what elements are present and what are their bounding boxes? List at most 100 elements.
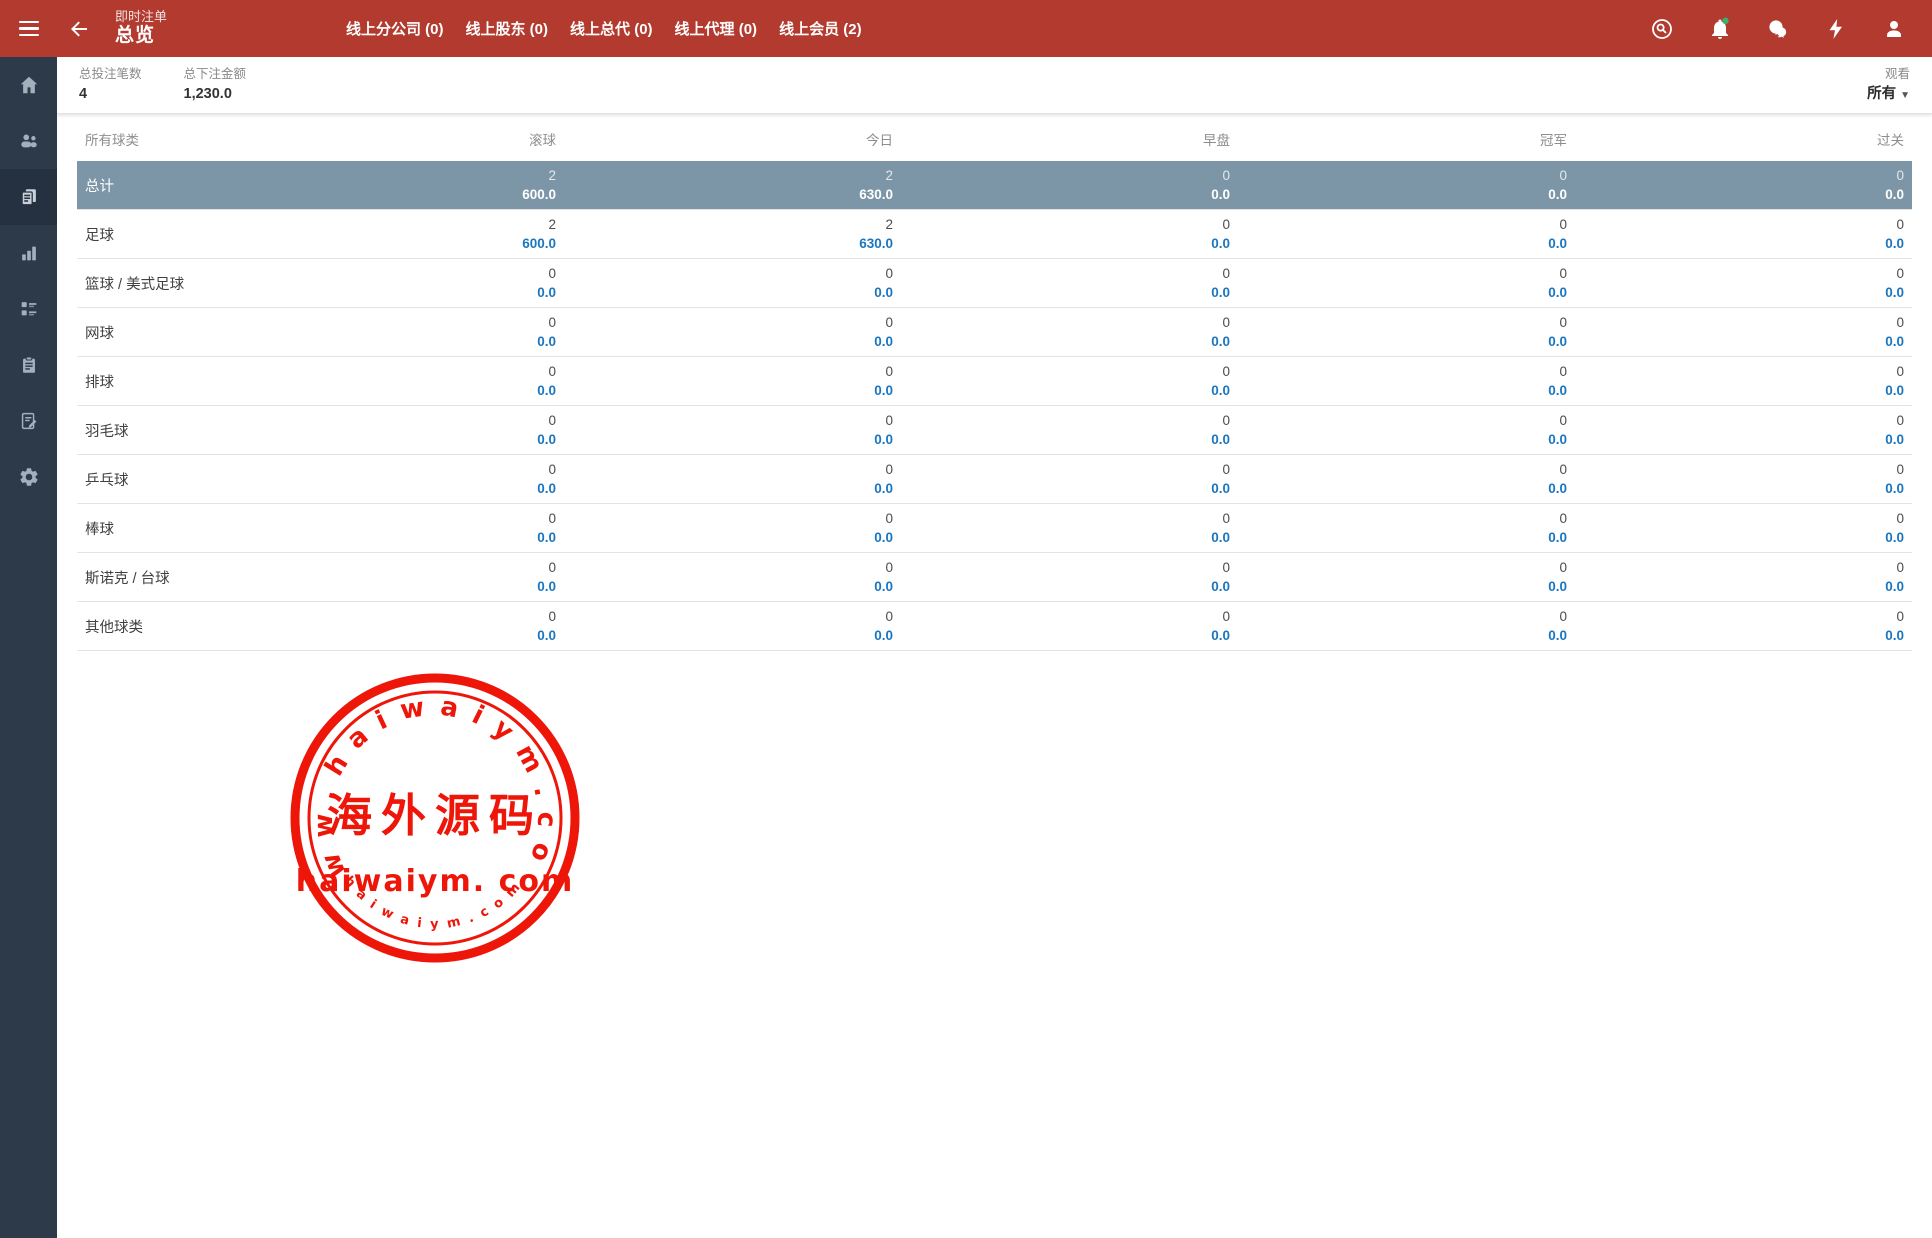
bet-count: 0 — [1583, 558, 1904, 577]
column-header: 冠军 — [1238, 114, 1575, 161]
bet-amount-link[interactable]: 0.0 — [572, 626, 893, 645]
view-filter-label: 观看 — [1867, 67, 1910, 83]
stat-cell: 00.0 — [1575, 210, 1912, 259]
nav-online-member[interactable]: 线上会员 (2) — [779, 18, 862, 39]
bet-amount-link[interactable]: 0.0 — [1583, 577, 1904, 596]
bet-amount-link[interactable]: 0.0 — [909, 626, 1230, 645]
stat-cell: 00.0 — [227, 455, 564, 504]
bet-amount-link[interactable]: 0.0 — [1583, 234, 1904, 253]
bet-amount-link[interactable]: 0.0 — [909, 577, 1230, 596]
bet-amount-link[interactable]: 0.0 — [235, 381, 556, 400]
bet-amount-link[interactable]: 0.0 — [1583, 479, 1904, 498]
bet-amount-link[interactable]: 0.0 — [572, 430, 893, 449]
bet-amount-link[interactable]: 0.0 — [235, 283, 556, 302]
bet-amount-link[interactable]: 0.0 — [572, 381, 893, 400]
bet-amount-link[interactable]: 0.0 — [1583, 528, 1904, 547]
bet-amount-link[interactable]: 0.0 — [235, 577, 556, 596]
stat-cell: 00.0 — [1238, 161, 1575, 210]
bet-amount-link[interactable]: 0.0 — [572, 479, 893, 498]
bet-amount-link[interactable]: 0.0 — [1246, 479, 1567, 498]
table-row: 斯诺克 / 台球00.000.000.000.000.0 — [77, 553, 1912, 602]
watermark-stamp: www.haiwaiym.com 海外源码 haiwaiym. com haiw… — [285, 668, 585, 968]
flash-icon[interactable] — [1824, 17, 1848, 41]
sidebar-item-notes[interactable] — [0, 393, 57, 449]
bet-amount-link[interactable]: 630.0 — [572, 185, 893, 204]
stat-cell: 2600.0 — [227, 161, 564, 210]
stat-cell: 00.0 — [227, 553, 564, 602]
stat-cell: 00.0 — [1238, 602, 1575, 651]
bet-amount-link[interactable]: 0.0 — [1246, 381, 1567, 400]
bet-amount-link[interactable]: 0.0 — [572, 283, 893, 302]
bet-amount-link[interactable]: 0.0 — [1246, 185, 1567, 204]
bet-count: 0 — [909, 509, 1230, 528]
bet-amount-link[interactable]: 0.0 — [1246, 283, 1567, 302]
sidebar-item-members[interactable] — [0, 113, 57, 169]
bet-amount-link[interactable]: 600.0 — [235, 234, 556, 253]
app-header: 即时注单 总览 线上分公司 (0) 线上股东 (0) 线上总代 (0) 线上代理… — [0, 0, 1932, 57]
view-filter-dropdown[interactable]: 所有▼ — [1867, 85, 1910, 103]
bet-amount-link[interactable]: 0.0 — [1583, 283, 1904, 302]
bet-amount-link[interactable]: 0.0 — [1583, 626, 1904, 645]
bet-amount-link[interactable]: 0.0 — [1246, 626, 1567, 645]
bet-count: 0 — [235, 264, 556, 283]
bet-amount-link[interactable]: 0.0 — [572, 528, 893, 547]
bet-amount-link[interactable]: 0.0 — [909, 283, 1230, 302]
nav-online-master-agent[interactable]: 线上总代 (0) — [570, 18, 653, 39]
bet-count: 0 — [572, 460, 893, 479]
bet-amount-link[interactable]: 0.0 — [235, 528, 556, 547]
bet-amount-link[interactable]: 0.0 — [235, 479, 556, 498]
bet-amount-link[interactable]: 0.0 — [909, 381, 1230, 400]
bet-amount-link[interactable]: 0.0 — [1246, 234, 1567, 253]
row-label: 足球 — [77, 210, 227, 259]
bet-amount-link[interactable]: 0.0 — [1583, 430, 1904, 449]
sidebar-item-orders[interactable] — [0, 281, 57, 337]
bet-amount-link[interactable]: 0.0 — [1583, 185, 1904, 204]
bet-amount-link[interactable]: 0.0 — [909, 479, 1230, 498]
stat-label: 总投注笔数 — [79, 67, 142, 83]
stat-cell: 00.0 — [227, 504, 564, 553]
sidebar-item-clipboard[interactable] — [0, 337, 57, 393]
bet-amount-link[interactable]: 0.0 — [235, 332, 556, 351]
bet-amount-link[interactable]: 0.0 — [572, 577, 893, 596]
stat-cell: 00.0 — [901, 455, 1238, 504]
bet-count: 0 — [909, 558, 1230, 577]
bet-amount-link[interactable]: 0.0 — [1583, 332, 1904, 351]
nav-online-branch[interactable]: 线上分公司 (0) — [346, 18, 444, 39]
bet-count: 2 — [235, 166, 556, 185]
bet-amount-link[interactable]: 0.0 — [1246, 528, 1567, 547]
bet-amount-link[interactable]: 0.0 — [1246, 332, 1567, 351]
bet-amount-link[interactable]: 0.0 — [909, 332, 1230, 351]
stat-value: 1,230.0 — [184, 85, 247, 103]
sidebar-item-home[interactable] — [0, 57, 57, 113]
stat-cell: 00.0 — [564, 455, 901, 504]
stat-cell: 00.0 — [564, 602, 901, 651]
nav-online-agent[interactable]: 线上代理 (0) — [675, 18, 758, 39]
bet-amount-link[interactable]: 0.0 — [909, 528, 1230, 547]
bet-amount-link[interactable]: 0.0 — [1246, 430, 1567, 449]
back-arrow-icon[interactable] — [57, 0, 101, 57]
bet-amount-link[interactable]: 0.0 — [909, 234, 1230, 253]
account-icon[interactable] — [1882, 17, 1906, 41]
bet-amount-link[interactable]: 0.0 — [909, 430, 1230, 449]
sidebar-item-reports[interactable] — [0, 169, 57, 225]
chat-icon[interactable] — [1766, 17, 1790, 41]
bet-amount-link[interactable]: 600.0 — [235, 185, 556, 204]
bet-amount-link[interactable]: 0.0 — [235, 430, 556, 449]
bet-amount-link[interactable]: 0.0 — [909, 185, 1230, 204]
hamburger-menu-icon[interactable] — [0, 0, 57, 57]
sidebar-item-settings[interactable] — [0, 449, 57, 505]
column-header-sport: 所有球类 — [77, 114, 227, 161]
sidebar-item-statistics[interactable] — [0, 225, 57, 281]
stat-total-amount: 总下注金额 1,230.0 — [184, 67, 247, 103]
bet-count: 0 — [1246, 509, 1567, 528]
bet-amount-link[interactable]: 630.0 — [572, 234, 893, 253]
nav-online-shareholder[interactable]: 线上股东 (0) — [466, 18, 549, 39]
bet-amount-link[interactable]: 0.0 — [1246, 577, 1567, 596]
bet-amount-link[interactable]: 0.0 — [572, 332, 893, 351]
notifications-icon[interactable] — [1708, 17, 1732, 41]
bet-amount-link[interactable]: 0.0 — [235, 626, 556, 645]
search-icon[interactable] — [1650, 17, 1674, 41]
bet-amount-link[interactable]: 0.0 — [1583, 381, 1904, 400]
bet-count: 0 — [909, 362, 1230, 381]
bet-count: 0 — [1583, 460, 1904, 479]
